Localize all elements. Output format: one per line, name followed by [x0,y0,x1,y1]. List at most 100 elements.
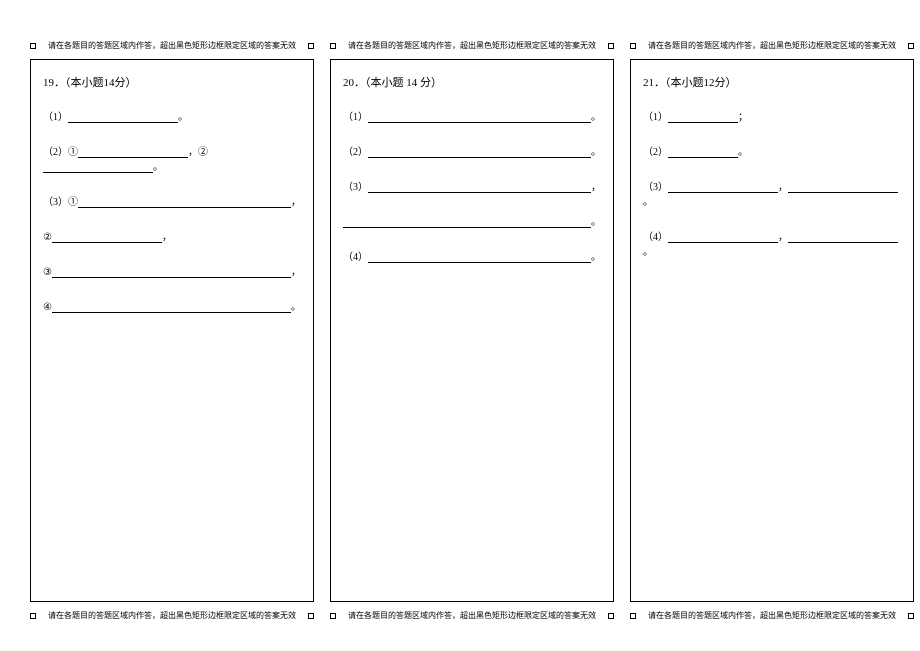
instruction-bottom-1: 请在各题目的答题区域内作答，超出黑色矩形边框限定区域的答案无效 [30,610,314,621]
marker-icon [308,613,314,619]
marker-icon [630,43,636,49]
page-container: 请在各题目的答题区域内作答，超出黑色矩形边框限定区域的答案无效 19．（本小题1… [0,0,920,651]
instruction-bottom-3: 请在各题目的答题区域内作答，超出黑色矩形边框限定区域的答案无效 [630,610,914,621]
answer-line[interactable]: （4） 。 [343,248,601,263]
answer-line[interactable]: （3） ， [343,178,601,193]
column-1: 请在各题目的答题区域内作答，超出黑色矩形边框限定区域的答案无效 19．（本小题1… [30,40,314,621]
instruction-text: 请在各题目的答题区域内作答，超出黑色矩形边框限定区域的答案无效 [348,610,596,621]
answer-blank[interactable] [368,146,591,158]
answer-line[interactable]: ②， [43,228,301,243]
answer-text: 。 [738,143,748,158]
answer-blank[interactable] [43,161,153,173]
answer-lines-20[interactable]: （1） 。 （2） 。 （3） ， 。 （4） 。 [343,108,601,283]
answer-line[interactable]: （3）① ， [43,193,301,208]
answer-line[interactable]: （2）① ，② 。 [43,143,301,173]
answer-text: ④ [43,302,52,313]
instruction-bottom-2: 请在各题目的答题区域内作答，超出黑色矩形边框限定区域的答案无效 [330,610,614,621]
answer-blank[interactable] [368,111,591,123]
answer-blank[interactable] [52,301,291,313]
answer-blank[interactable] [668,231,778,243]
answer-text: ； [738,108,748,123]
answer-line[interactable]: （4） ， 。 [643,228,901,258]
answer-text: （4） [643,228,668,243]
instruction-text: 请在各题目的答题区域内作答，超出黑色矩形边框限定区域的答案无效 [348,40,596,51]
answer-line[interactable]: （1） 。 [43,108,301,123]
answer-blank[interactable] [668,181,778,193]
answer-text: （2）① [43,143,78,158]
answer-blank[interactable] [68,111,178,123]
answer-text: 。 [591,108,601,123]
answer-text: 。 [591,213,601,228]
instruction-top-3: 请在各题目的答题区域内作答，超出黑色矩形边框限定区域的答案无效 [630,40,914,51]
answer-lines-21[interactable]: （1）；（2）。（3），。（4），。 [643,108,901,278]
answer-text: 。 [291,298,301,313]
answer-box-21: 21．（本小题12分） （1）；（2）。（3），。（4），。 [630,59,914,602]
answer-text: 。 [178,108,188,123]
answer-line[interactable]: 。 [343,213,601,228]
answer-text: （3） [343,178,368,193]
answer-text: （4） [343,248,368,263]
answer-blank[interactable] [78,196,291,208]
marker-icon [30,43,36,49]
answer-text: ，② [188,143,208,158]
marker-icon [608,613,614,619]
answer-text: （2） [643,143,668,158]
marker-icon [908,613,914,619]
marker-icon [308,43,314,49]
answer-line[interactable]: （1） 。 [343,108,601,123]
question-title-20: 20．（本小题 14 分） [343,74,601,90]
answer-text: （2） [343,143,368,158]
instruction-text: 请在各题目的答题区域内作答，超出黑色矩形边框限定区域的答案无效 [48,40,296,51]
answer-text: 。 [643,193,653,208]
marker-icon [330,43,336,49]
answer-text: （3）① [43,193,78,208]
marker-icon [608,43,614,49]
answer-text: 。 [153,158,163,173]
answer-blank[interactable] [668,111,738,123]
column-2: 请在各题目的答题区域内作答，超出黑色矩形边框限定区域的答案无效 20．（本小题 … [330,40,614,621]
answer-blank[interactable] [52,231,162,243]
column-3: 请在各题目的答题区域内作答，超出黑色矩形边框限定区域的答案无效 21．（本小题1… [630,40,914,621]
answer-blank[interactable] [78,146,188,158]
answer-blank[interactable] [668,146,738,158]
instruction-top-2: 请在各题目的答题区域内作答，超出黑色矩形边框限定区域的答案无效 [330,40,614,51]
answer-line[interactable]: （3） ， 。 [643,178,901,208]
answer-text: 。 [591,143,601,158]
answer-line[interactable]: （2） 。 [643,143,901,158]
instruction-top-1: 请在各题目的答题区域内作答，超出黑色矩形边框限定区域的答案无效 [30,40,314,51]
answer-text: （3） [643,178,668,193]
answer-line[interactable]: （2） 。 [343,143,601,158]
answer-text: ， [291,193,301,208]
answer-text: 。 [591,248,601,263]
answer-lines-19[interactable]: （1）。（2）①，②。（3）①，②，③，④。 [43,108,301,333]
answer-text: ② [43,232,52,243]
marker-icon [330,613,336,619]
answer-text: ， [778,228,788,243]
answer-text: ， [591,178,601,193]
question-title-21: 21．（本小题12分） [643,74,901,90]
answer-line[interactable]: （1） ； [643,108,901,123]
answer-blank[interactable] [343,216,591,228]
answer-blank[interactable] [788,231,898,243]
answer-text: （1） [343,108,368,123]
instruction-text: 请在各题目的答题区域内作答，超出黑色矩形边框限定区域的答案无效 [48,610,296,621]
answer-blank[interactable] [52,266,291,278]
answer-text: （1） [643,108,668,123]
instruction-text: 请在各题目的答题区域内作答，超出黑色矩形边框限定区域的答案无效 [648,40,896,51]
answer-text: 。 [643,243,653,258]
answer-blank[interactable] [368,181,591,193]
answer-line[interactable]: ④。 [43,298,301,313]
answer-text: ， [162,228,172,243]
answer-text: ， [291,263,301,278]
answer-blank[interactable] [368,251,591,263]
marker-icon [630,613,636,619]
answer-box-19: 19．（本小题14分） （1）。（2）①，②。（3）①，②，③，④。 [30,59,314,602]
question-title-19: 19．（本小题14分） [43,74,301,90]
answer-text: （1） [43,108,68,123]
answer-blank[interactable] [788,181,898,193]
answer-line[interactable]: ③， [43,263,301,278]
answer-text: ， [778,178,788,193]
marker-icon [30,613,36,619]
marker-icon [908,43,914,49]
instruction-text: 请在各题目的答题区域内作答，超出黑色矩形边框限定区域的答案无效 [648,610,896,621]
